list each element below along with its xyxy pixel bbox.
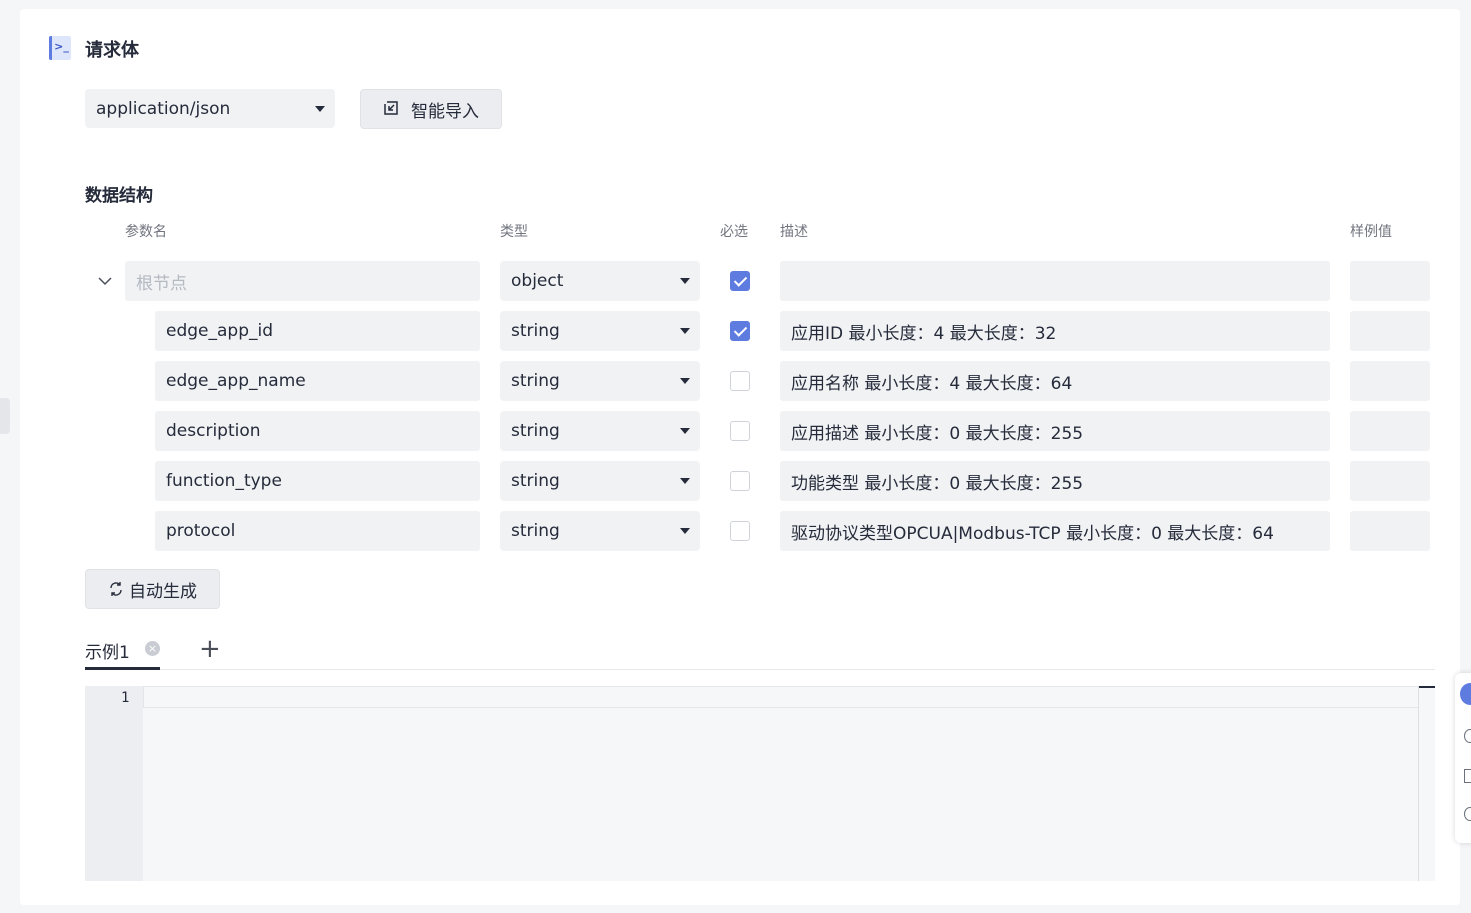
import-icon xyxy=(384,101,398,115)
column-header-type: 类型 xyxy=(500,224,528,240)
param-description-input[interactable]: 应用名称 最小长度：4 最大长度：64 xyxy=(780,361,1330,401)
column-header-param-name: 参数名 xyxy=(125,224,167,240)
param-example-input[interactable] xyxy=(1350,361,1430,401)
column-header-description: 描述 xyxy=(780,224,808,240)
caret-down-icon xyxy=(680,278,690,284)
param-type-value: string xyxy=(511,371,560,391)
param-required-checkbox[interactable] xyxy=(730,521,750,541)
caret-down-icon xyxy=(680,378,690,384)
chevron-down-icon[interactable] xyxy=(95,271,115,291)
param-description-input[interactable]: 驱动协议类型OPCUA|Modbus-TCP 最小长度：0 最大长度：64 xyxy=(780,511,1330,551)
current-line[interactable] xyxy=(143,686,1419,708)
column-header-example: 样例值 xyxy=(1350,224,1392,240)
param-type-select[interactable]: string xyxy=(500,361,700,401)
close-icon[interactable]: × xyxy=(145,641,160,656)
root-description-input[interactable] xyxy=(780,261,1330,301)
smart-import-label: 智能导入 xyxy=(411,101,479,122)
add-tab-icon[interactable]: + xyxy=(199,634,221,664)
tab-example-1[interactable]: 示例1 xyxy=(85,638,130,663)
param-type-value: string xyxy=(511,521,560,541)
param-name-input[interactable]: function_type xyxy=(155,461,480,501)
caret-down-icon xyxy=(680,328,690,334)
column-header-required: 必选 xyxy=(720,224,748,240)
param-name-input[interactable]: edge_app_id xyxy=(155,311,480,351)
param-description-input[interactable]: 功能类型 最小长度：0 最大长度：255 xyxy=(780,461,1330,501)
refresh-icon xyxy=(110,582,122,596)
editor-scrollbar[interactable] xyxy=(1418,686,1435,881)
smart-import-button[interactable]: 智能导入 xyxy=(360,89,502,129)
terminal-icon: >_ xyxy=(49,36,71,60)
param-name-input[interactable]: edge_app_name xyxy=(155,361,480,401)
content-type-value: application/json xyxy=(96,98,231,119)
auto-generate-button[interactable]: 自动生成 xyxy=(85,569,220,609)
assistant-icon[interactable] xyxy=(1460,683,1471,705)
caret-down-icon xyxy=(680,478,690,484)
floating-toolbar xyxy=(1455,673,1471,843)
param-example-input[interactable] xyxy=(1350,461,1430,501)
param-required-checkbox[interactable] xyxy=(730,471,750,491)
param-required-checkbox[interactable] xyxy=(730,421,750,441)
param-type-value: string xyxy=(511,321,560,341)
scrollbar-marker xyxy=(1419,686,1435,688)
param-name-input[interactable]: protocol xyxy=(155,511,480,551)
root-type-value: object xyxy=(511,271,564,291)
root-node-input[interactable]: 根节点 xyxy=(125,261,480,301)
history-icon[interactable] xyxy=(1464,807,1471,821)
param-required-checkbox[interactable] xyxy=(730,321,750,341)
param-type-value: string xyxy=(511,471,560,491)
code-editor[interactable]: 1 xyxy=(85,686,1435,881)
caret-down-icon xyxy=(680,428,690,434)
param-example-input[interactable] xyxy=(1350,411,1430,451)
param-example-input[interactable] xyxy=(1350,511,1430,551)
param-type-select[interactable]: string xyxy=(500,411,700,451)
root-required-checkbox[interactable] xyxy=(730,271,750,291)
param-type-value: string xyxy=(511,421,560,441)
param-name-input[interactable]: description xyxy=(155,411,480,451)
param-type-select[interactable]: string xyxy=(500,311,700,351)
sidebar-toggle-handle[interactable] xyxy=(0,398,10,434)
param-description-input[interactable]: 应用描述 最小长度：0 最大长度：255 xyxy=(780,411,1330,451)
root-example-input[interactable] xyxy=(1350,261,1430,301)
line-number: 1 xyxy=(121,690,130,706)
root-node-placeholder: 根节点 xyxy=(136,273,187,294)
param-example-input[interactable] xyxy=(1350,311,1430,351)
section-title: 请求体 xyxy=(85,40,139,61)
caret-down-icon xyxy=(315,105,325,112)
root-type-select[interactable]: object xyxy=(500,261,700,301)
tabs-divider xyxy=(85,669,1435,670)
active-tab-indicator xyxy=(85,667,160,670)
data-structure-title: 数据结构 xyxy=(85,186,153,206)
auto-generate-label: 自动生成 xyxy=(129,581,197,602)
param-required-checkbox[interactable] xyxy=(730,371,750,391)
content-type-select[interactable]: application/json xyxy=(85,89,335,128)
editor-gutter xyxy=(85,686,143,881)
param-type-select[interactable]: string xyxy=(500,511,700,551)
param-type-select[interactable]: string xyxy=(500,461,700,501)
param-description-input[interactable]: 应用ID 最小长度：4 最大长度：32 xyxy=(780,311,1330,351)
document-icon[interactable] xyxy=(1464,769,1471,783)
help-icon[interactable] xyxy=(1464,729,1471,743)
caret-down-icon xyxy=(680,528,690,534)
